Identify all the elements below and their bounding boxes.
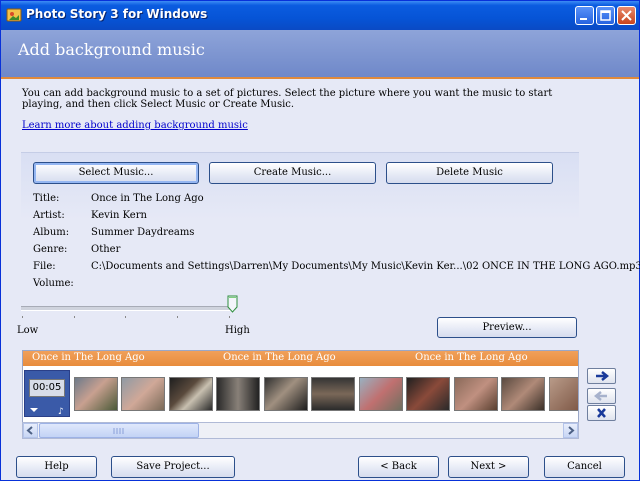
minimize-icon (580, 18, 587, 20)
back-button[interactable]: < Back (358, 456, 439, 478)
artist-label: Artist: (33, 210, 65, 221)
preview-button[interactable]: Preview... (437, 317, 577, 338)
move-left-button[interactable] (587, 388, 616, 404)
select-music-button[interactable]: Select Music... (33, 162, 199, 184)
delete-music-button[interactable]: Delete Music (386, 162, 553, 184)
arrow-right-icon (568, 426, 575, 435)
slider-tick (74, 316, 75, 318)
slider-tick (22, 316, 23, 318)
arrow-left-icon (26, 426, 33, 435)
delete-icon (597, 408, 606, 418)
scroll-thumb[interactable] (39, 423, 199, 438)
title-bar[interactable]: Photo Story 3 for Windows (1, 1, 639, 30)
maximize-icon (600, 10, 611, 21)
next-button[interactable]: Next > (448, 456, 529, 478)
volume-low-label: Low (17, 325, 39, 336)
thumbnail-strip: 00:05 ♪ (23, 368, 578, 420)
music-note-icon: ♪ (30, 407, 64, 415)
main-content: You can add background music to a set of… (1, 79, 640, 480)
album-value: Summer Daydreams (91, 227, 195, 238)
music-segment: Once in The Long Ago (415, 352, 528, 363)
help-button[interactable]: Help (16, 456, 97, 478)
minimize-button[interactable] (575, 6, 594, 25)
app-window: Photo Story 3 for Windows Add background… (0, 0, 640, 481)
svg-text:♪: ♪ (58, 407, 64, 415)
thumbnail[interactable] (454, 377, 498, 411)
cancel-button[interactable]: Cancel (544, 456, 625, 478)
volume-label: Volume: (33, 278, 74, 289)
scroll-left-button[interactable] (23, 423, 38, 438)
thumbnail[interactable] (549, 377, 578, 411)
file-label: File: (33, 261, 56, 272)
music-segment: Once in The Long Ago (32, 352, 145, 363)
page-header: Add background music (1, 30, 639, 79)
genre-value: Other (91, 244, 121, 255)
create-music-button[interactable]: Create Music... (209, 162, 376, 184)
thumbnail[interactable] (501, 377, 545, 411)
grip-icon (113, 428, 124, 434)
window-title: Photo Story 3 for Windows (26, 7, 208, 21)
genre-label: Genre: (33, 244, 68, 255)
remove-button[interactable] (587, 405, 616, 421)
thumbnail[interactable] (264, 377, 308, 411)
move-right-button[interactable] (587, 368, 616, 384)
volume-slider-thumb[interactable] (227, 295, 238, 313)
intro-text: You can add background music to a set of… (22, 88, 553, 110)
thumbnail[interactable] (216, 377, 260, 411)
scroll-right-button[interactable] (563, 423, 578, 438)
thumbnail[interactable] (121, 377, 165, 411)
thumbnail[interactable] (406, 377, 450, 411)
thumbnail[interactable] (311, 377, 355, 411)
volume-high-label: High (225, 325, 250, 336)
maximize-button[interactable] (596, 6, 615, 25)
title-value: Once in The Long Ago (91, 193, 204, 204)
volume-slider-track[interactable] (21, 306, 235, 311)
music-panel: Select Music... Create Music... Delete M… (21, 152, 640, 376)
save-project-button[interactable]: Save Project... (111, 456, 235, 478)
close-icon (621, 10, 632, 21)
thumbnail[interactable] (359, 377, 403, 411)
title-label: Title: (33, 193, 60, 204)
music-segment: Once in The Long Ago (223, 352, 336, 363)
thumbnail[interactable] (169, 377, 213, 411)
slider-tick (125, 316, 126, 318)
learn-more-link[interactable]: Learn more about adding background music (22, 120, 248, 131)
filmstrip-scrollbar[interactable] (22, 422, 579, 439)
album-label: Album: (33, 227, 70, 238)
close-button[interactable] (617, 6, 636, 25)
artist-value: Kevin Kern (91, 210, 147, 221)
thumbnail[interactable] (74, 377, 118, 411)
file-path: C:\Documents and Settings\Darren\My Docu… (91, 261, 640, 272)
slider-tick (177, 316, 178, 318)
page-title: Add background music (18, 40, 205, 59)
time-display: 00:05 (29, 379, 65, 397)
music-track[interactable]: Once in The Long Ago Once in The Long Ag… (23, 351, 578, 366)
thumbnail-selected[interactable]: 00:05 ♪ (24, 370, 70, 417)
arrow-left-icon (593, 391, 607, 401)
arrow-right-icon (596, 371, 610, 381)
photo-story-icon (6, 8, 22, 22)
filmstrip: Once in The Long Ago Once in The Long Ag… (22, 350, 579, 425)
slider-tick (229, 316, 230, 318)
